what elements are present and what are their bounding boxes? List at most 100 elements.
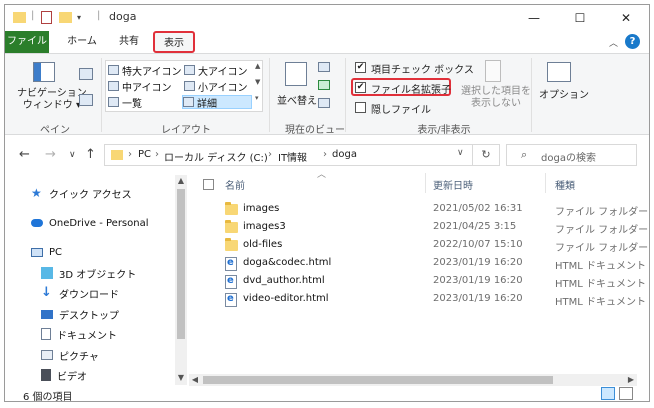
recent-locations-icon[interactable]: ∨ [69,150,76,160]
breadcrumb-pc[interactable]: PC [138,149,151,160]
layout-extra-large-icons[interactable]: 特大アイコン [108,63,182,78]
table-row[interactable]: old-files 2022/10/07 15:10 ファイル フォルダー [189,237,648,255]
large-icons-view-icon[interactable] [619,387,633,400]
breadcrumb-separator[interactable]: › [268,149,272,160]
nav-item-3d-objects[interactable]: 3D オブジェクト [41,264,136,282]
nav-item-downloads[interactable]: ↓ ダウンロード [41,284,119,302]
sort-by-icon[interactable] [285,62,307,86]
medium-icons-icon [108,81,119,91]
collapse-ribbon-icon[interactable]: ︿ [609,36,618,49]
breadcrumb-doga[interactable]: doga [332,149,357,160]
breadcrumb-separator[interactable]: › [323,149,327,160]
gallery-scroll-up-icon[interactable]: ▲ [255,62,260,70]
picture-icon [41,350,53,360]
html-file-icon [225,275,237,289]
layout-small-icons[interactable]: 小アイコン [184,79,248,94]
details-pane-icon[interactable] [79,94,93,106]
nav-pane-scrollbar[interactable]: ▲ ▼ [175,175,187,385]
back-arrow-icon[interactable]: ← [19,147,30,162]
details-view-icon[interactable] [601,387,615,400]
horizontal-scrollbar[interactable]: ◀ ▶ [189,374,637,386]
table-row[interactable]: dvd_author.html 2023/01/19 16:20 HTML ドキ… [189,273,646,291]
table-row[interactable]: images3 2021/04/25 3:15 ファイル フォルダー [189,219,648,237]
size-columns-icon[interactable] [318,98,330,108]
tab-view[interactable]: 表示 [153,31,195,53]
gallery-scroll-down-icon[interactable]: ▼ [255,78,260,86]
breadcrumb-separator[interactable]: › [155,149,159,160]
refresh-icon[interactable]: ↻ [473,144,500,166]
layout-details[interactable]: 詳細 [182,95,252,110]
up-arrow-icon[interactable]: ↑ [85,147,96,162]
item-checkboxes-label[interactable]: 項目チェック ボックス [371,61,474,76]
column-divider[interactable] [545,173,546,193]
scroll-right-icon[interactable]: ▶ [625,374,637,386]
preview-pane-icon[interactable] [79,68,93,80]
layout-medium-icons[interactable]: 中アイコン [108,79,172,94]
nav-item-pc[interactable]: PC [31,243,62,261]
customize-toolbar-icon[interactable]: ▾ [77,13,81,29]
file-type: HTML ドキュメント [555,261,647,272]
address-dropdown-icon[interactable]: ∨ [457,148,464,158]
add-columns-icon[interactable] [318,80,330,90]
layout-list[interactable]: 一覧 [108,95,142,110]
column-divider[interactable] [425,173,426,193]
close-button[interactable]: ✕ [603,5,649,31]
column-header-date[interactable]: 更新日時 [433,177,473,192]
properties-icon[interactable] [41,11,52,24]
hidden-items-label[interactable]: 隠しファイル [371,101,431,116]
help-icon[interactable]: ? [625,34,640,49]
nav-item-videos[interactable]: ビデオ [41,366,87,384]
options-label[interactable]: オプション [539,86,589,101]
forward-arrow-icon[interactable]: → [45,147,56,162]
title-bar: | ▾ | doga — ☐ ✕ [5,5,649,31]
group-label-layout: レイアウト [161,125,211,136]
table-row[interactable]: doga&codec.html 2023/01/19 16:20 HTML ドキ… [189,255,646,273]
column-header-type[interactable]: 種類 [555,177,575,192]
file-date: 2021/05/02 16:31 [433,203,523,214]
group-label-current-view: 現在のビュー [285,125,345,136]
address-bar[interactable]: › PC › ローカル ディスク (C:) › IT情報 › doga ∨ [104,144,473,166]
new-folder-icon[interactable] [59,12,72,23]
sort-by-label[interactable]: 並べ替え [277,92,317,107]
navigation-pane-button-label[interactable]: ナビゲーション ウィンドウ ▾ [17,88,87,112]
navigation-pane-icon-part [34,63,41,81]
minimize-button[interactable]: — [511,5,557,31]
column-header-name[interactable]: 名前 [225,177,245,192]
group-label-show-hide: 表示/非表示 [417,125,471,136]
breadcrumb-local-disk[interactable]: ローカル ディスク (C:) [164,149,268,164]
nav-item-desktop[interactable]: デスクトップ [41,305,119,323]
file-extensions-label[interactable]: ファイル名拡張子 [371,81,451,96]
scroll-left-icon[interactable]: ◀ [189,374,201,386]
nav-item-pictures[interactable]: ピクチャ [41,346,99,364]
maximize-button[interactable]: ☐ [557,5,603,31]
breadcrumb-separator[interactable]: › [128,149,132,160]
layout-item-label: 特大アイコン [122,66,182,78]
scrollbar-thumb[interactable] [177,189,185,339]
navigation-pane-icon[interactable] [33,62,55,82]
list-icon [108,97,119,107]
tab-share[interactable]: 共有 [109,31,149,53]
tab-home[interactable]: ホーム [57,31,107,53]
nav-item-quick-access[interactable]: ★ クイック アクセス [31,184,132,202]
item-checkboxes-checkbox[interactable]: ✔ [355,62,366,73]
table-row[interactable]: video-editor.html 2023/01/19 16:20 HTML … [189,291,646,309]
scrollbar-thumb[interactable] [203,376,553,384]
hide-selected-label[interactable]: 選択した項目を 表示しない [461,86,531,110]
group-by-icon[interactable] [318,62,330,72]
scroll-up-icon[interactable]: ▲ [175,176,187,185]
file-date: 2021/04/25 3:15 [433,221,517,232]
tab-file[interactable]: ファイル [5,31,49,53]
file-extensions-checkbox[interactable]: ✔ [355,82,366,93]
hidden-items-checkbox[interactable] [355,102,366,113]
hide-selected-icon[interactable] [485,60,501,82]
scroll-down-icon[interactable]: ▼ [175,373,187,382]
nav-item-onedrive[interactable]: OneDrive - Personal [31,214,149,232]
layout-large-icons[interactable]: 大アイコン [184,63,248,78]
gallery-expand-icon[interactable]: ▾ [255,94,259,102]
nav-item-documents[interactable]: ドキュメント [41,325,117,343]
options-icon[interactable] [547,62,571,82]
search-box[interactable]: ⌕ dogaの検索 [506,144,637,166]
select-all-checkbox[interactable] [203,179,214,190]
table-row[interactable]: images 2021/05/02 16:31 ファイル フォルダー [189,201,648,219]
breadcrumb-it-info[interactable]: IT情報 [278,149,307,164]
